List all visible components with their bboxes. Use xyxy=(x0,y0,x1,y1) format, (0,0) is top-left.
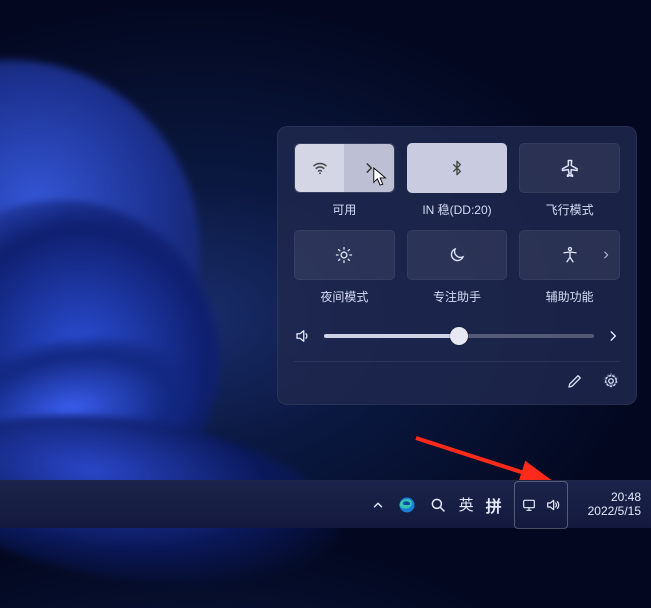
tile-item-bluetooth: IN 稳(DD:20) xyxy=(407,143,508,218)
chevron-right-icon xyxy=(362,161,376,175)
wifi-toggle-button[interactable] xyxy=(295,144,344,192)
network-icon xyxy=(521,497,537,513)
nightlight-tile-label: 夜间模式 xyxy=(320,288,368,305)
bluetooth-tile-button[interactable] xyxy=(407,143,508,193)
volume-slider-fill xyxy=(324,334,459,338)
audio-output-expand-button[interactable] xyxy=(606,329,620,343)
nightlight-icon xyxy=(334,245,354,265)
clock-time: 20:48 xyxy=(611,491,641,505)
volume-slider-thumb[interactable] xyxy=(450,327,468,345)
volume-slider[interactable] xyxy=(324,334,594,338)
tile-item-focus: 专注助手 xyxy=(407,230,508,305)
volume-row xyxy=(294,327,620,345)
search-tray-icon[interactable] xyxy=(429,481,447,529)
tile-item-wifi: 可用 xyxy=(294,143,395,218)
tray-overflow-button[interactable] xyxy=(371,481,385,529)
tile-item-airplane: 飞行模式 xyxy=(519,143,620,218)
tile-item-accessibility: 辅助功能 xyxy=(519,230,620,305)
tile-item-nightlight: 夜间模式 xyxy=(294,230,395,305)
clock-date: 2022/5/15 xyxy=(588,505,641,519)
accessibility-tile-button[interactable] xyxy=(519,230,620,280)
airplane-icon xyxy=(560,158,580,178)
ime-language-button[interactable]: 英 xyxy=(459,481,474,529)
quick-settings-grid: 可用 IN 稳(DD:20) 飞行模式 xyxy=(294,143,620,305)
quick-settings-footer xyxy=(294,361,620,390)
edge-taskbar-icon[interactable] xyxy=(397,481,417,529)
airplane-tile-label: 飞行模式 xyxy=(546,201,594,218)
open-settings-button[interactable] xyxy=(602,372,620,390)
bluetooth-tile-label: IN 稳(DD:20) xyxy=(422,201,491,218)
taskbar: 英 拼 20:48 2022/5/15 xyxy=(0,480,651,528)
taskbar-clock[interactable]: 20:48 2022/5/15 xyxy=(588,481,641,529)
chevron-right-icon xyxy=(601,250,611,260)
wifi-tile-label: 可用 xyxy=(332,201,356,218)
wifi-icon xyxy=(311,159,329,177)
quick-settings-panel: 可用 IN 稳(DD:20) 飞行模式 xyxy=(277,126,637,405)
focus-icon xyxy=(448,246,466,264)
wifi-expand-button[interactable] xyxy=(344,144,393,192)
accessibility-tile-label: 辅助功能 xyxy=(546,288,594,305)
sound-icon xyxy=(545,497,561,513)
wifi-tile xyxy=(294,143,395,193)
network-sound-tray-button[interactable] xyxy=(514,481,568,529)
edit-quick-settings-button[interactable] xyxy=(566,372,584,390)
accessibility-icon xyxy=(561,246,579,264)
focus-tile-label: 专注助手 xyxy=(433,288,481,305)
volume-icon[interactable] xyxy=(294,327,312,345)
focus-tile-button[interactable] xyxy=(407,230,508,280)
bluetooth-icon xyxy=(449,158,465,178)
airplane-tile-button[interactable] xyxy=(519,143,620,193)
system-tray: 英 拼 20:48 2022/5/15 xyxy=(371,481,641,529)
ime-mode-button[interactable]: 拼 xyxy=(486,481,502,529)
nightlight-tile-button[interactable] xyxy=(294,230,395,280)
